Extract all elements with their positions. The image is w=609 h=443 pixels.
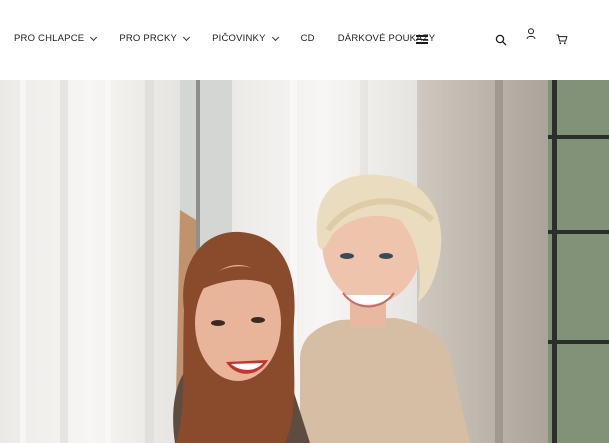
nav-item-label: PRO PRCKY <box>119 33 178 44</box>
chevron-down-icon <box>183 33 191 41</box>
nav-item-picovinky[interactable]: PIČOVINKY <box>212 33 279 44</box>
main-nav: PRO CHLAPCE PRO PRCKY PIČOVINKY CD DÁRKO… <box>14 33 458 44</box>
nav-item-pro-prcky[interactable]: PRO PRCKY <box>119 33 191 44</box>
nav-item-label: PRO CHLAPCE <box>14 33 85 44</box>
site-header: PRO CHLAPCE PRO PRCKY PIČOVINKY CD DÁRKO… <box>0 0 609 80</box>
hero-photo <box>0 80 609 443</box>
nav-item-label: CD <box>300 33 315 44</box>
hamburger-menu-icon[interactable] <box>416 35 428 44</box>
hero-illustration <box>0 80 609 443</box>
chevron-down-icon <box>90 33 98 41</box>
chevron-down-icon <box>271 33 279 41</box>
search-icon[interactable] <box>495 34 507 46</box>
nav-item-label: PIČOVINKY <box>212 33 266 44</box>
user-icon[interactable] <box>526 28 536 40</box>
nav-item-cd[interactable]: CD <box>301 33 315 44</box>
nav-item-pro-chlapce[interactable]: PRO CHLAPCE <box>14 33 98 44</box>
cart-icon[interactable] <box>556 34 568 45</box>
